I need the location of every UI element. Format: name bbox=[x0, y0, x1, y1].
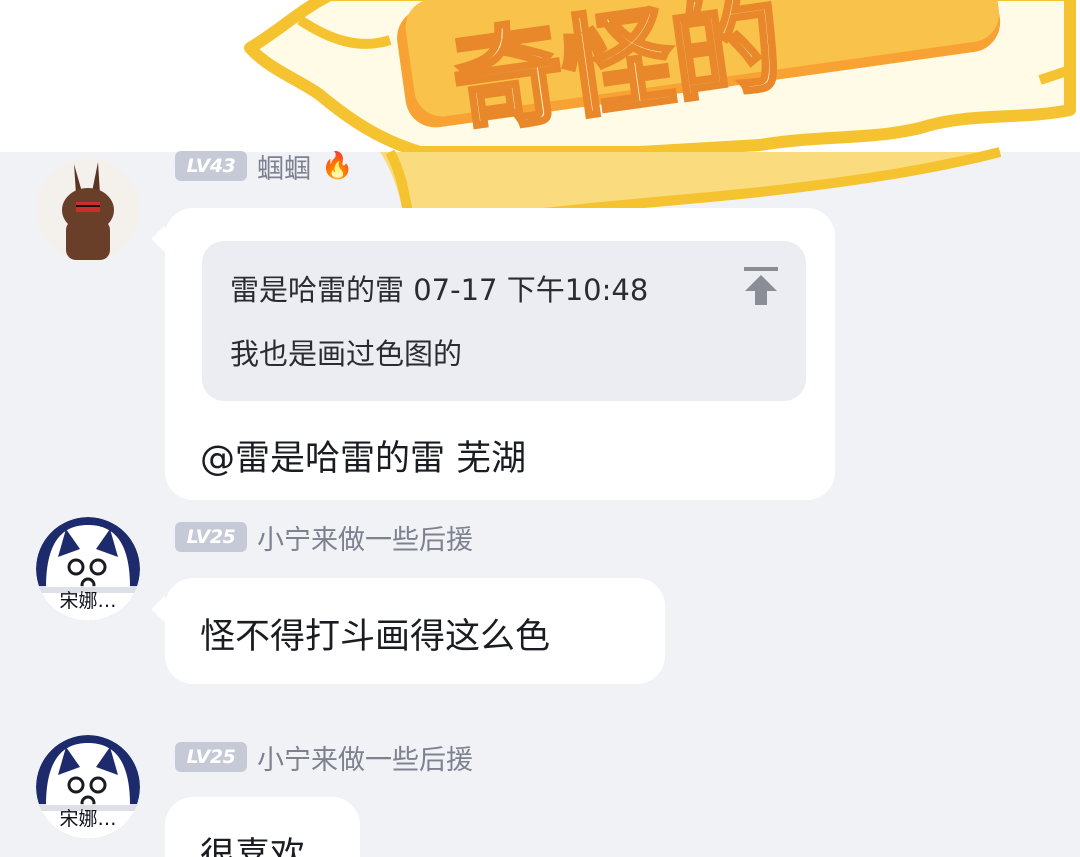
message-meta: LV25 小宁来做一些后援 bbox=[175, 738, 473, 777]
message-text: 很喜欢 bbox=[200, 836, 306, 857]
avatar[interactable]: 宋娜… bbox=[36, 735, 140, 839]
fire-icon: 🔥 bbox=[321, 151, 354, 181]
level-badge: LV43 bbox=[175, 151, 247, 181]
message-bubble[interactable]: 雷是哈雷的雷 07-17 下午10:48 我也是画过色图的 @雷是哈雷的雷 芜湖 bbox=[151, 208, 835, 500]
quote-text: 我也是画过色图的 bbox=[230, 337, 463, 371]
username[interactable]: 小宁来做一些后援 bbox=[257, 738, 473, 777]
level-badge: LV25 bbox=[175, 522, 247, 552]
quote-author-time: 雷是哈雷的雷 07-17 下午10:48 bbox=[230, 273, 649, 307]
sticker-art: 奇怪的 bbox=[244, 0, 1076, 152]
sticker-banner: 奇怪的 bbox=[0, 0, 1080, 152]
bubble-tail bbox=[151, 596, 177, 622]
message-meta: LV25 小宁来做一些后援 bbox=[175, 518, 473, 557]
bubble-tail bbox=[151, 226, 177, 252]
quoted-message[interactable]: 雷是哈雷的雷 07-17 下午10:48 我也是画过色图的 bbox=[202, 241, 806, 401]
message-bubble[interactable]: 怪不得打斗画得这么色 bbox=[151, 578, 665, 684]
username[interactable]: 蝈蝈 bbox=[257, 147, 311, 186]
avatar-tag: 宋娜… bbox=[36, 586, 140, 613]
username[interactable]: 小宁来做一些后援 bbox=[257, 518, 473, 557]
rabbit-avatar-icon bbox=[36, 158, 140, 262]
message-text: 怪不得打斗画得这么色 bbox=[200, 617, 551, 657]
level-badge: LV25 bbox=[175, 742, 247, 772]
message-meta: LV43 蝈蝈 🔥 bbox=[175, 147, 354, 186]
avatar-tag: 宋娜… bbox=[36, 804, 140, 831]
message-bubble[interactable]: 很喜欢 bbox=[165, 797, 360, 857]
message-text: @雷是哈雷的雷 芜湖 bbox=[200, 439, 527, 479]
avatar[interactable] bbox=[36, 158, 140, 262]
jump-to-top-icon[interactable] bbox=[744, 267, 778, 307]
avatar[interactable]: 宋娜… bbox=[36, 517, 140, 621]
